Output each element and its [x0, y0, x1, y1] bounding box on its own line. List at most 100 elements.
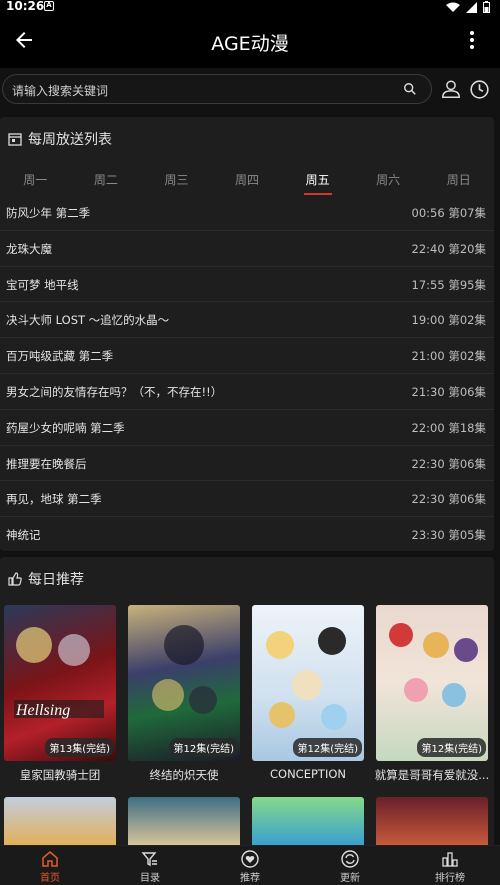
ranking-icon	[442, 852, 458, 867]
poster-card[interactable]	[4, 797, 116, 845]
air-info: 00:56 第07集	[412, 205, 486, 221]
search-input[interactable]: 请输入搜索关键词	[2, 74, 432, 104]
daily-title: 每日推荐	[28, 572, 84, 588]
search-placeholder: 请输入搜索关键词	[12, 84, 109, 98]
more-vert-icon[interactable]	[460, 28, 484, 52]
daily-recommend-card: 每日推荐 Hellsing 第13集(完结) 皇家国教骑士团 第12集(完结) …	[0, 557, 494, 847]
poster-card[interactable]: 第12集(完结)	[376, 605, 488, 761]
air-time: 21:30	[411, 384, 445, 399]
poster-card[interactable]	[128, 797, 240, 845]
tab-mon[interactable]: 周一	[0, 165, 71, 199]
poster-card[interactable]	[252, 797, 364, 845]
anime-name: 推理要在晚餐后	[6, 456, 87, 471]
poster-title[interactable]: 皇家国教骑士团	[1, 767, 119, 783]
tab-thu[interactable]: 周四	[212, 165, 283, 199]
schedule-row[interactable]: 防风少年 第二季 00:56 第07集	[0, 195, 494, 231]
nav-label: 首页	[40, 873, 60, 884]
air-time: 22:00	[411, 420, 445, 435]
anime-name: 龙珠大魔	[6, 241, 52, 256]
air-time: 23:30	[411, 528, 445, 543]
schedule-row[interactable]: 宝可梦 地平线 17:55 第95集	[0, 267, 494, 303]
nav-recommend[interactable]: 推荐	[200, 846, 300, 885]
episode-label: 第07集	[448, 206, 486, 220]
anime-name: 防风少年 第二季	[6, 206, 91, 220]
tab-sun[interactable]: 周日	[423, 165, 494, 199]
air-time: 22:30	[411, 456, 445, 471]
schedule-row[interactable]: 百万吨级武藏 第二季 21:00 第02集	[0, 338, 494, 374]
tab-fri[interactable]: 周五	[282, 165, 353, 199]
anime-name: 药屋少女的呢喃 第二季	[6, 420, 125, 435]
svg-text:Hellsing: Hellsing	[15, 702, 70, 719]
day-tabs: 周一 周二 周三 周四 周五 周六 周日	[0, 165, 494, 199]
nav-update[interactable]: 更新	[300, 846, 400, 885]
anime-name: 再见，地球 第二季	[6, 492, 102, 507]
episode-badge: 第12集(完结)	[169, 738, 238, 757]
air-time: 19:00	[411, 313, 445, 328]
schedule-row[interactable]: 决斗大师 LOST ～追忆的水晶～ 19:00 第02集	[0, 302, 494, 339]
episode-label: 第02集	[448, 349, 486, 364]
status-bar: 10:26 A	[0, 0, 500, 14]
battery-icon	[483, 1, 490, 13]
tab-wed[interactable]: 周三	[141, 165, 212, 199]
episode-label: 第95集	[448, 277, 486, 292]
system-icons	[446, 1, 490, 13]
page-title: AGE动漫	[211, 33, 289, 55]
episode-badge: 第13集(完结)	[45, 738, 114, 757]
weekly-title: 每周放送列表	[28, 132, 112, 148]
anime-name: 决斗大师 LOST ～追忆的水晶～	[6, 313, 170, 328]
air-info: 21:00 第02集	[412, 348, 486, 364]
search-icon[interactable]	[403, 82, 417, 96]
anime-name: 男女之间的友情存在吗？（不，不存在!!）	[6, 384, 223, 399]
daily-header: 每日推荐	[8, 569, 84, 589]
poster-title[interactable]: 就算是哥哥有爱就没...	[373, 767, 491, 783]
user-icon[interactable]	[440, 78, 462, 100]
schedule-row[interactable]: 再见，地球 第二季 22:30 第06集	[0, 481, 494, 518]
poster-card[interactable]: 第12集(完结)	[252, 605, 364, 761]
anime-name: 百万吨级武藏 第二季	[6, 349, 114, 364]
anime-name: 神统记	[6, 528, 41, 543]
schedule-row[interactable]: 男女之间的友情存在吗？（不，不存在!!） 21:30 第06集	[0, 374, 494, 410]
status-time: 10:26	[6, 0, 45, 13]
air-info: 22:00 第18集	[412, 420, 486, 436]
signal-icon	[466, 1, 477, 13]
tab-sat[interactable]: 周六	[353, 165, 424, 199]
thumbs-up-icon	[8, 572, 22, 586]
refresh-icon	[341, 850, 359, 868]
episode-label: 第06集	[448, 492, 486, 507]
air-info: 21:30 第06集	[412, 384, 486, 400]
poster-title[interactable]: CONCEPTION	[249, 767, 367, 781]
poster-card[interactable]: 第12集(完结)	[128, 605, 240, 761]
air-info: 17:55 第95集	[412, 277, 486, 293]
poster-title[interactable]: 终结的炽天使	[125, 767, 243, 783]
air-info: 19:00 第02集	[412, 312, 486, 328]
notification-a-icon: A	[44, 1, 54, 11]
air-time: 22:40	[411, 241, 445, 256]
heart-icon	[241, 850, 259, 868]
schedule-row[interactable]: 推理要在晚餐后 22:30 第06集	[0, 446, 494, 482]
schedule-row[interactable]: 龙珠大魔 22:40 第20集	[0, 231, 494, 267]
nav-home[interactable]: 首页	[0, 846, 100, 885]
air-info: 23:30 第05集	[412, 527, 486, 543]
air-info: 22:40 第20集	[412, 241, 486, 257]
bottom-nav: 首页 目录 推荐 更新 排行榜	[0, 845, 500, 885]
nav-catalog[interactable]: 目录	[100, 846, 200, 885]
wifi-icon	[446, 2, 460, 12]
search-row: 请输入搜索关键词	[0, 68, 500, 110]
nav-ranking[interactable]: 排行榜	[400, 846, 500, 885]
air-info: 22:30 第06集	[412, 456, 486, 472]
schedule-row[interactable]: 神统记 23:30 第05集	[0, 517, 494, 553]
poster-card[interactable]	[376, 797, 488, 845]
history-clock-icon[interactable]	[469, 79, 490, 100]
nav-label: 更新	[340, 873, 360, 884]
poster-card[interactable]: Hellsing 第13集(完结)	[4, 605, 116, 761]
episode-label: 第02集	[448, 313, 486, 328]
episode-label: 第06集	[448, 456, 486, 471]
episode-badge: 第12集(完结)	[293, 738, 362, 757]
anime-name: 宝可梦 地平线	[6, 277, 79, 292]
air-time: 00:56	[411, 206, 445, 220]
nav-label: 目录	[140, 873, 160, 884]
tab-tue[interactable]: 周二	[71, 165, 142, 199]
nav-label: 推荐	[240, 873, 260, 884]
schedule-row[interactable]: 药屋少女的呢喃 第二季 22:00 第18集	[0, 410, 494, 446]
episode-label: 第20集	[448, 241, 486, 256]
